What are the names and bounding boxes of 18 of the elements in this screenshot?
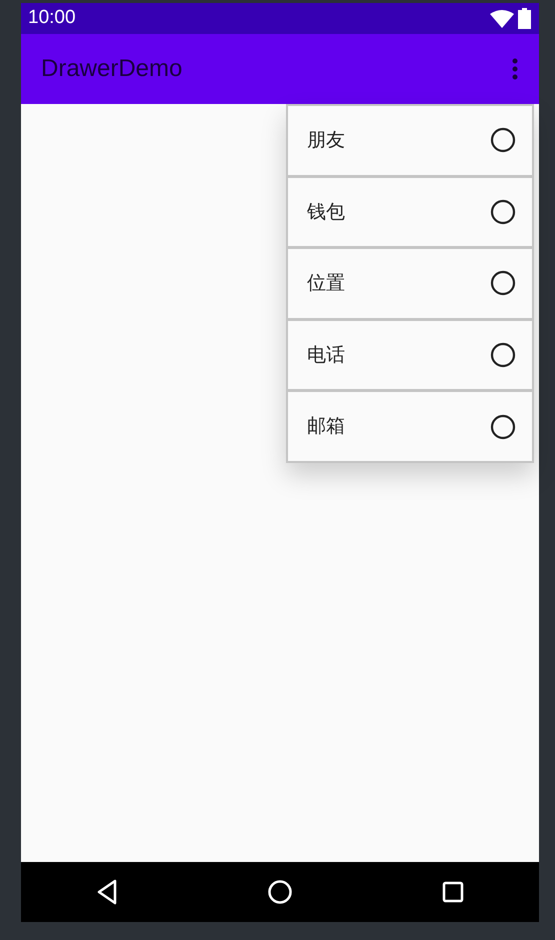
back-icon[interactable]: [96, 879, 118, 905]
menu-item[interactable]: 邮箱: [286, 390, 534, 463]
menu-item[interactable]: 位置: [286, 247, 534, 320]
home-icon[interactable]: [266, 879, 293, 905]
radio-button[interactable]: [490, 198, 516, 225]
radio-button[interactable]: [490, 127, 516, 154]
radio-button[interactable]: [490, 270, 516, 296]
radio-button[interactable]: [490, 342, 516, 368]
menu-item[interactable]: 朋友: [286, 104, 534, 177]
battery-icon: [518, 8, 531, 29]
clock: 10:00: [28, 6, 76, 30]
radio-button[interactable]: [490, 414, 516, 440]
recents-icon[interactable]: [442, 881, 464, 903]
wifi-icon: [490, 10, 514, 28]
menu-item[interactable]: 钱包: [286, 176, 534, 248]
app-title: DrawerDemo: [41, 54, 182, 84]
menu-item[interactable]: 电话: [286, 318, 534, 392]
more-options-icon[interactable]: [511, 57, 519, 81]
